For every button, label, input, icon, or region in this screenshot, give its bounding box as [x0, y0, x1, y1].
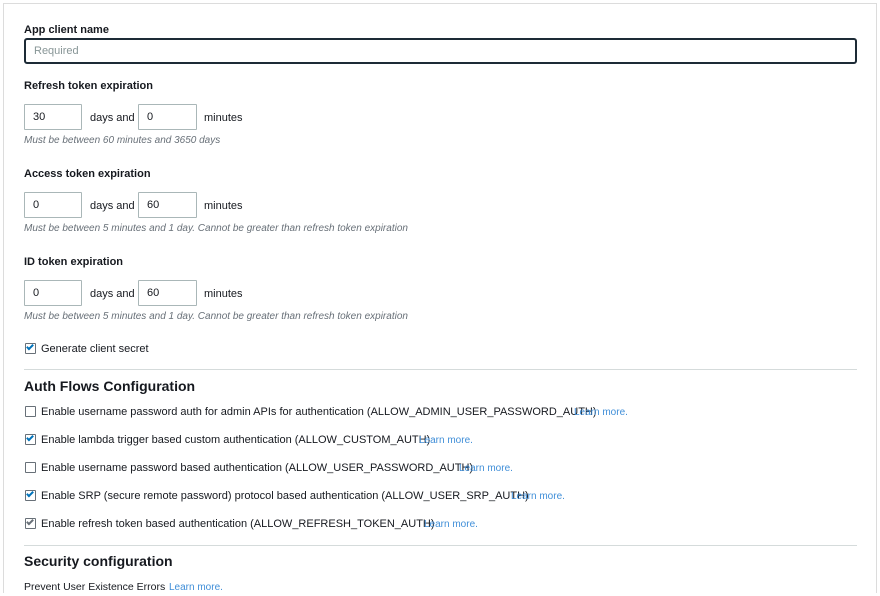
- id-token-minutes-input[interactable]: [138, 280, 197, 306]
- app-client-name-label: App client name: [24, 24, 109, 36]
- checkmark-icon: [26, 517, 34, 526]
- checkmark-icon: [26, 433, 34, 442]
- security-configuration-heading: Security configuration: [24, 553, 173, 569]
- allow-admin-user-password-auth-checkbox[interactable]: [25, 406, 36, 417]
- id-token-days-input[interactable]: [24, 280, 82, 306]
- access-token-label: Access token expiration: [24, 168, 151, 180]
- learn-more-link[interactable]: Learn more.: [169, 582, 223, 593]
- access-token-days-suffix: days and: [90, 200, 135, 212]
- refresh-token-hint: Must be between 60 minutes and 3650 days: [24, 135, 221, 146]
- allow-user-password-auth-checkbox[interactable]: [25, 462, 36, 473]
- checkmark-icon: [26, 342, 34, 351]
- allow-custom-auth-label: Enable lambda trigger based custom authe…: [41, 434, 431, 446]
- allow-user-password-auth-label: Enable username password based authentic…: [41, 462, 474, 474]
- allow-user-srp-auth-checkbox[interactable]: [25, 489, 36, 501]
- learn-more-link[interactable]: Learn more.: [424, 519, 478, 530]
- allow-user-srp-auth-label: Enable SRP (secure remote password) prot…: [41, 490, 529, 502]
- auth-flows-heading: Auth Flows Configuration: [24, 378, 196, 394]
- id-token-minutes-suffix: minutes: [204, 288, 243, 300]
- refresh-token-days-input[interactable]: [24, 104, 82, 130]
- access-token-days-input[interactable]: [24, 192, 82, 218]
- learn-more-link[interactable]: Learn more.: [419, 435, 473, 446]
- prevent-user-existence-errors-label: Prevent User Existence Errors: [24, 581, 166, 593]
- refresh-token-minutes-input[interactable]: [138, 104, 197, 130]
- access-token-minutes-input[interactable]: [138, 192, 197, 218]
- refresh-token-label: Refresh token expiration: [24, 80, 153, 92]
- id-token-label: ID token expiration: [24, 256, 124, 268]
- id-token-days-suffix: days and: [90, 288, 135, 300]
- checkmark-icon: [26, 489, 34, 498]
- generate-client-secret-checkbox[interactable]: [25, 342, 36, 354]
- access-token-hint: Must be between 5 minutes and 1 day. Can…: [24, 223, 408, 234]
- id-token-hint: Must be between 5 minutes and 1 day. Can…: [24, 311, 408, 322]
- learn-more-link[interactable]: Learn more.: [574, 407, 628, 418]
- app-client-name-input[interactable]: [24, 38, 857, 64]
- section-divider: [24, 545, 857, 546]
- app-client-form: App client name Refresh token expiration…: [3, 3, 877, 593]
- refresh-token-minutes-suffix: minutes: [204, 112, 243, 124]
- allow-admin-user-password-auth-label: Enable username password auth for admin …: [41, 406, 597, 418]
- generate-client-secret-label: Generate client secret: [41, 343, 149, 355]
- access-token-minutes-suffix: minutes: [204, 200, 243, 212]
- allow-custom-auth-checkbox[interactable]: [25, 433, 36, 445]
- learn-more-link[interactable]: Learn more.: [511, 491, 565, 502]
- allow-refresh-token-auth-label: Enable refresh token based authenticatio…: [41, 518, 435, 530]
- refresh-token-days-suffix: days and: [90, 112, 135, 124]
- section-divider: [24, 369, 857, 370]
- allow-refresh-token-auth-checkbox: [25, 517, 36, 529]
- learn-more-link[interactable]: Learn more.: [459, 463, 513, 474]
